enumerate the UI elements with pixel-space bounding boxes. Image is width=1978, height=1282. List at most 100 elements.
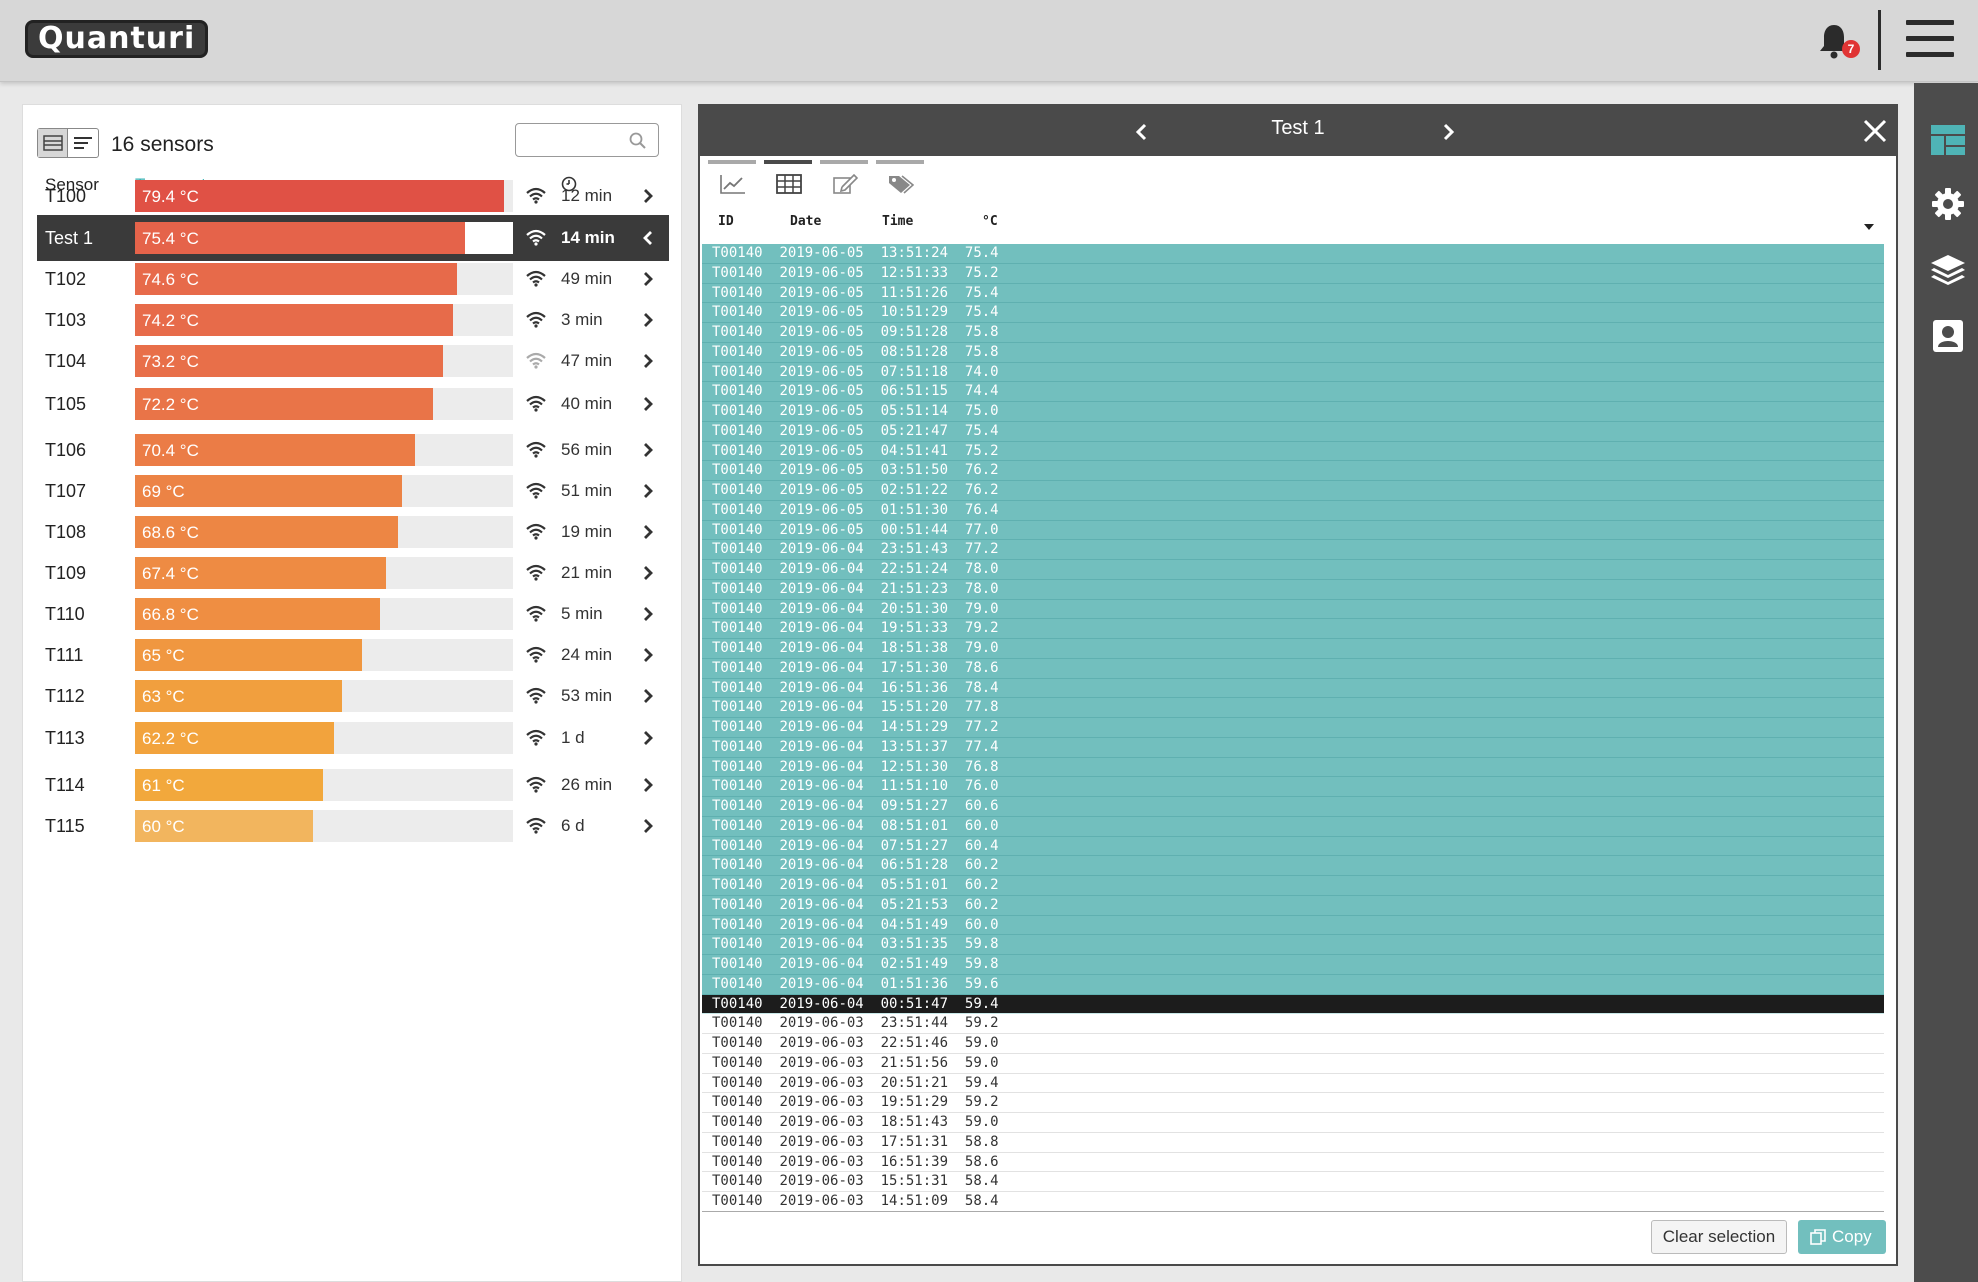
table-row[interactable]: T00140 2019-06-04 14:51:29 77.2	[702, 718, 1884, 738]
sensor-row[interactable]: T100 79.4 °C 12 min	[37, 173, 669, 219]
clear-selection-button[interactable]: Clear selection	[1651, 1220, 1787, 1254]
table-row[interactable]: T00140 2019-06-05 05:51:14 75.0	[702, 402, 1884, 422]
table-row[interactable]: T00140 2019-06-04 11:51:10 76.0	[702, 777, 1884, 797]
table-row[interactable]: T00140 2019-06-04 23:51:43 77.2	[702, 540, 1884, 560]
table-row[interactable]: T00140 2019-06-04 13:51:37 77.4	[702, 737, 1884, 758]
table-row[interactable]: T00140 2019-06-04 01:51:36 59.6	[702, 974, 1884, 995]
menu-icon[interactable]	[1906, 20, 1954, 58]
table-row[interactable]: T00140 2019-06-04 03:51:35 59.8	[702, 935, 1884, 955]
table-header-unit[interactable]: °C	[982, 214, 998, 229]
chevron-right-icon[interactable]	[641, 270, 655, 288]
tab-chart[interactable]	[708, 160, 756, 200]
layers-icon[interactable]	[1930, 253, 1966, 287]
gear-icon[interactable]	[1930, 187, 1966, 221]
sensor-row[interactable]: T106 70.4 °C 56 min	[37, 427, 669, 473]
sort-lines-icon[interactable]	[68, 129, 98, 157]
table-row[interactable]: T00140 2019-06-03 21:51:56 59.0	[702, 1053, 1884, 1074]
table-row[interactable]: T00140 2019-06-05 13:51:24 75.4	[702, 244, 1884, 264]
sensor-row[interactable]: T108 68.6 °C 19 min	[37, 509, 669, 555]
chevron-right-icon[interactable]	[641, 776, 655, 794]
chevron-right-icon[interactable]	[641, 482, 655, 500]
table-row[interactable]: T00140 2019-06-03 23:51:44 59.2	[702, 1014, 1884, 1034]
sensor-row[interactable]: Test 1 75.4 °C 14 min	[37, 215, 669, 261]
chevron-right-icon[interactable]	[641, 187, 655, 205]
table-row[interactable]: T00140 2019-06-04 19:51:33 79.2	[702, 619, 1884, 639]
table-row[interactable]: T00140 2019-06-03 19:51:29 59.2	[702, 1093, 1884, 1113]
chevron-left-icon[interactable]	[641, 229, 655, 247]
table-row[interactable]: T00140 2019-06-04 07:51:27 60.4	[702, 836, 1884, 857]
table-row[interactable]: T00140 2019-06-04 22:51:24 78.0	[702, 560, 1884, 580]
sensor-row[interactable]: T111 65 °C 24 min	[37, 632, 669, 678]
table-row[interactable]: T00140 2019-06-04 21:51:23 78.0	[702, 579, 1884, 600]
chevron-right-icon[interactable]	[641, 311, 655, 329]
table-row[interactable]: T00140 2019-06-05 07:51:18 74.0	[702, 362, 1884, 383]
table-row[interactable]: T00140 2019-06-05 05:21:47 75.4	[702, 421, 1884, 442]
tab-table[interactable]	[764, 160, 812, 200]
table-row[interactable]: T00140 2019-06-04 00:51:47 59.4	[702, 994, 1884, 1015]
table-row[interactable]: T00140 2019-06-05 06:51:15 74.4	[702, 382, 1884, 402]
table-row[interactable]: T00140 2019-06-03 22:51:46 59.0	[702, 1034, 1884, 1054]
sensor-row[interactable]: T104 73.2 °C 47 min	[37, 338, 669, 384]
table-header-time[interactable]: Time	[882, 214, 913, 229]
sensor-row[interactable]: T114 61 °C 26 min	[37, 762, 669, 808]
table-row[interactable]: T00140 2019-06-04 15:51:20 77.8	[702, 698, 1884, 718]
chevron-right-icon[interactable]	[641, 687, 655, 705]
sensor-row[interactable]: T105 72.2 °C 40 min	[37, 381, 669, 427]
table-header-date[interactable]: Date	[790, 214, 821, 229]
table-row[interactable]: T00140 2019-06-05 09:51:28 75.8	[702, 323, 1884, 343]
data-table[interactable]: T00140 2019-06-05 13:51:24 75.4 T00140 20…	[702, 244, 1884, 1212]
table-row[interactable]: T00140 2019-06-05 01:51:30 76.4	[702, 500, 1884, 521]
table-row[interactable]: T00140 2019-06-05 08:51:28 75.8	[702, 342, 1884, 363]
table-row[interactable]: T00140 2019-06-04 20:51:30 79.0	[702, 599, 1884, 620]
sensor-row[interactable]: T113 62.2 °C 1 d	[37, 715, 669, 761]
table-row[interactable]: T00140 2019-06-03 17:51:31 58.8	[702, 1132, 1884, 1153]
table-row[interactable]: T00140 2019-06-05 00:51:44 77.0	[702, 520, 1884, 541]
copy-button[interactable]: Copy	[1798, 1220, 1886, 1254]
table-row[interactable]: T00140 2019-06-05 11:51:26 75.4	[702, 283, 1884, 304]
table-row[interactable]: T00140 2019-06-04 04:51:49 60.0	[702, 915, 1884, 936]
list-view-icon[interactable]	[38, 129, 68, 157]
table-row[interactable]: T00140 2019-06-03 14:51:09 58.4	[702, 1192, 1884, 1211]
search-icon[interactable]	[628, 131, 648, 151]
chevron-right-icon[interactable]	[641, 817, 655, 835]
search-input[interactable]	[524, 130, 620, 150]
sensor-row[interactable]: T102 74.6 °C 49 min	[37, 256, 669, 302]
table-row[interactable]: T00140 2019-06-03 18:51:43 59.0	[702, 1113, 1884, 1133]
table-row[interactable]: T00140 2019-06-05 04:51:41 75.2	[702, 441, 1884, 462]
sensor-row[interactable]: T110 66.8 °C 5 min	[37, 591, 669, 637]
table-row[interactable]: T00140 2019-06-04 06:51:28 60.2	[702, 856, 1884, 876]
contact-icon[interactable]	[1930, 319, 1966, 353]
previous-sensor-icon[interactable]	[1134, 122, 1148, 142]
quanturi-logo[interactable]: Quanturi	[25, 20, 209, 58]
table-row[interactable]: T00140 2019-06-04 17:51:30 78.6	[702, 658, 1884, 679]
table-row[interactable]: T00140 2019-06-05 02:51:22 76.2	[702, 481, 1884, 501]
table-row[interactable]: T00140 2019-06-04 05:51:01 60.2	[702, 876, 1884, 896]
table-header-id[interactable]: ID	[718, 214, 734, 229]
table-row[interactable]: T00140 2019-06-03 16:51:39 58.6	[702, 1152, 1884, 1173]
table-row[interactable]: T00140 2019-06-05 03:51:50 76.2	[702, 461, 1884, 481]
sensor-row[interactable]: T103 74.2 °C 3 min	[37, 297, 669, 343]
table-row[interactable]: T00140 2019-06-05 10:51:29 75.4	[702, 303, 1884, 323]
chevron-right-icon[interactable]	[641, 523, 655, 541]
view-toggle[interactable]	[37, 128, 99, 158]
search-box[interactable]	[515, 123, 659, 157]
next-sensor-icon[interactable]	[1442, 122, 1456, 142]
chevron-right-icon[interactable]	[641, 352, 655, 370]
sensor-row[interactable]: T115 60 °C 6 d	[37, 803, 669, 849]
table-row[interactable]: T00140 2019-06-04 05:21:53 60.2	[702, 895, 1884, 916]
table-row[interactable]: T00140 2019-06-04 12:51:30 76.8	[702, 757, 1884, 778]
sensor-row[interactable]: T107 69 °C 51 min	[37, 468, 669, 514]
close-icon[interactable]	[1862, 118, 1888, 144]
chevron-right-icon[interactable]	[641, 564, 655, 582]
table-row[interactable]: T00140 2019-06-04 02:51:49 59.8	[702, 955, 1884, 975]
table-row[interactable]: T00140 2019-06-03 15:51:31 58.4	[702, 1172, 1884, 1192]
chevron-right-icon[interactable]	[641, 441, 655, 459]
dashboard-icon[interactable]	[1930, 123, 1966, 157]
table-row[interactable]: T00140 2019-06-04 18:51:38 79.0	[702, 639, 1884, 659]
table-row[interactable]: T00140 2019-06-03 20:51:21 59.4	[702, 1073, 1884, 1094]
chevron-right-icon[interactable]	[641, 729, 655, 747]
table-row[interactable]: T00140 2019-06-04 08:51:01 60.0	[702, 816, 1884, 837]
table-menu-caret-icon[interactable]	[1864, 224, 1874, 230]
table-row[interactable]: T00140 2019-06-04 16:51:36 78.4	[702, 678, 1884, 699]
tab-edit[interactable]	[820, 160, 868, 200]
